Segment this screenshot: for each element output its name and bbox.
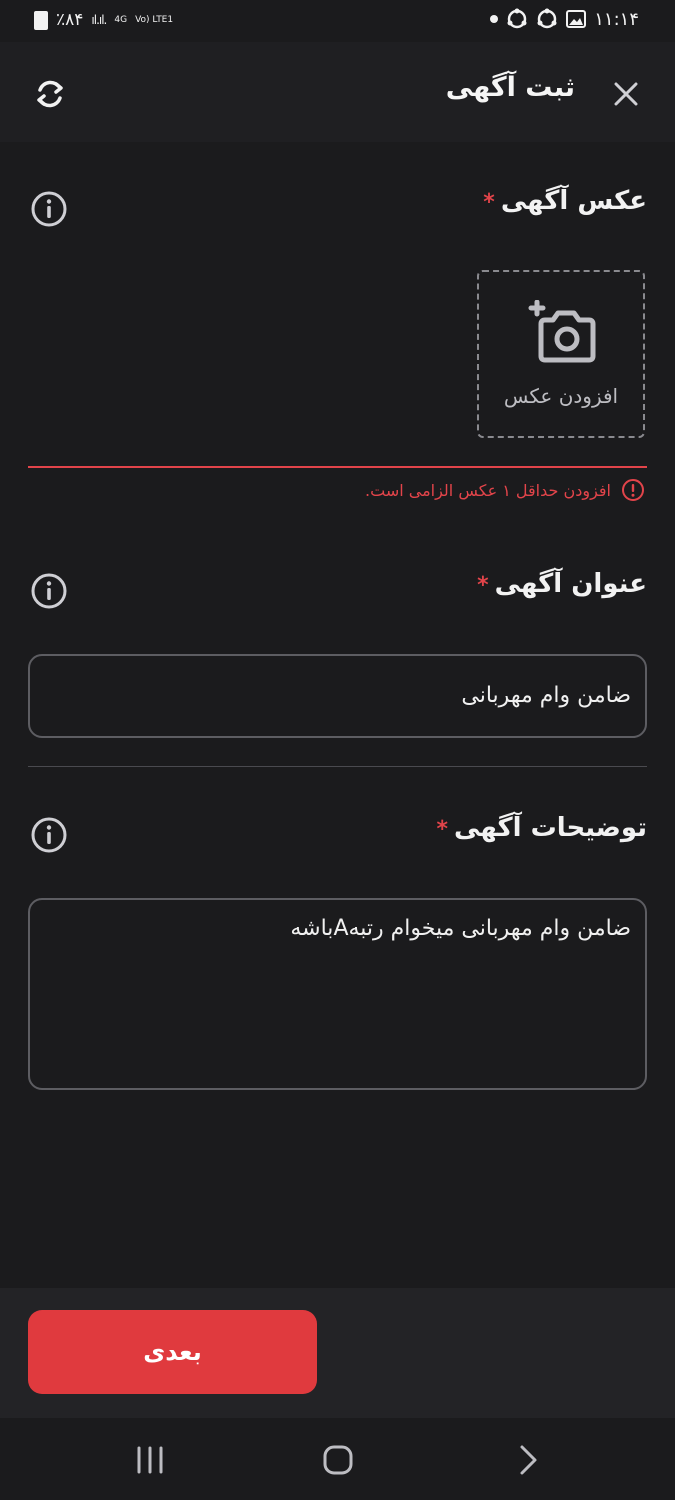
- refresh-icon: [37, 80, 63, 108]
- home-button[interactable]: [318, 1440, 358, 1480]
- network-type-bottom: Vo) LTE1: [135, 14, 174, 25]
- app-notification-icon: [536, 8, 558, 30]
- notification-dot-icon: [490, 15, 499, 23]
- footer: بعدی: [0, 1288, 675, 1418]
- add-photo-button[interactable]: افزودن عکس: [477, 270, 645, 438]
- title-section-title: عنوان آگهی*: [477, 569, 647, 599]
- volte-indicator: Vo) LTE1: [135, 14, 174, 25]
- required-mark: *: [477, 573, 489, 598]
- page-title: ثبت آگهی: [445, 72, 575, 103]
- photo-section-title-text: عکس آگهی: [500, 186, 647, 216]
- battery-icon: [34, 10, 48, 30]
- recent-apps-button[interactable]: [130, 1440, 170, 1480]
- gallery-icon: [566, 10, 587, 28]
- ad-title-input[interactable]: ضامن وام مهربانی: [28, 654, 647, 738]
- error-underline: [28, 466, 647, 468]
- back-button[interactable]: [508, 1440, 548, 1480]
- recent-apps-icon: [137, 1446, 163, 1474]
- app-notification-icon: [506, 8, 528, 30]
- refresh-button[interactable]: [30, 74, 70, 114]
- title-info-button[interactable]: [30, 572, 68, 610]
- network-type-top: 4G: [114, 14, 128, 25]
- status-bar-right: ۱۱:۱۴: [490, 8, 639, 30]
- app-bar: ثبت آگهی: [0, 42, 675, 142]
- description-section-title-text: توضیحات آگهی: [454, 813, 647, 843]
- info-icon: [31, 191, 67, 227]
- add-photo-label: افزودن عکس: [503, 384, 619, 408]
- add-photo-camera-icon: [528, 300, 596, 363]
- system-nav-bar: [0, 1418, 675, 1500]
- section-divider: [28, 766, 647, 767]
- back-chevron-icon: [520, 1445, 537, 1475]
- close-button[interactable]: [606, 74, 646, 114]
- signal-icon: ıl.ıl.: [91, 13, 107, 27]
- photo-error: افزودن حداقل ۱ عکس الزامی است.: [365, 478, 645, 502]
- info-icon: [31, 817, 67, 853]
- status-bar: ٪۸۴ ıl.ıl. 4G Vo) LTE1 ۱۱:۱۴: [0, 0, 675, 42]
- info-icon: [31, 573, 67, 609]
- home-icon: [323, 1445, 353, 1475]
- clock: ۱۱:۱۴: [594, 8, 639, 30]
- photo-error-text: افزودن حداقل ۱ عکس الزامی است.: [365, 480, 611, 500]
- description-info-button[interactable]: [30, 816, 68, 854]
- description-section-title: توضیحات آگهی*: [437, 813, 648, 843]
- ad-description-textarea[interactable]: ضامن وام مهربانی میخوام رتبهAباشه: [28, 898, 647, 1090]
- error-icon: [622, 479, 644, 501]
- title-section-title-text: عنوان آگهی: [494, 569, 647, 599]
- next-button[interactable]: بعدی: [28, 1310, 317, 1394]
- close-icon: [614, 82, 638, 106]
- required-mark: *: [436, 817, 449, 842]
- ad-title-value: ضامن وام مهربانی: [461, 683, 631, 708]
- battery-level: ٪۸۴: [56, 10, 84, 30]
- required-mark: *: [483, 190, 495, 215]
- network-type: 4G: [114, 14, 128, 25]
- photo-section-title: عکس آگهی*: [483, 186, 647, 216]
- status-bar-left: ٪۸۴ ıl.ıl. 4G Vo) LTE1: [34, 10, 173, 30]
- photo-info-button[interactable]: [30, 190, 68, 228]
- ad-description-value: ضامن وام مهربانی میخوام رتبهAباشه: [290, 916, 631, 941]
